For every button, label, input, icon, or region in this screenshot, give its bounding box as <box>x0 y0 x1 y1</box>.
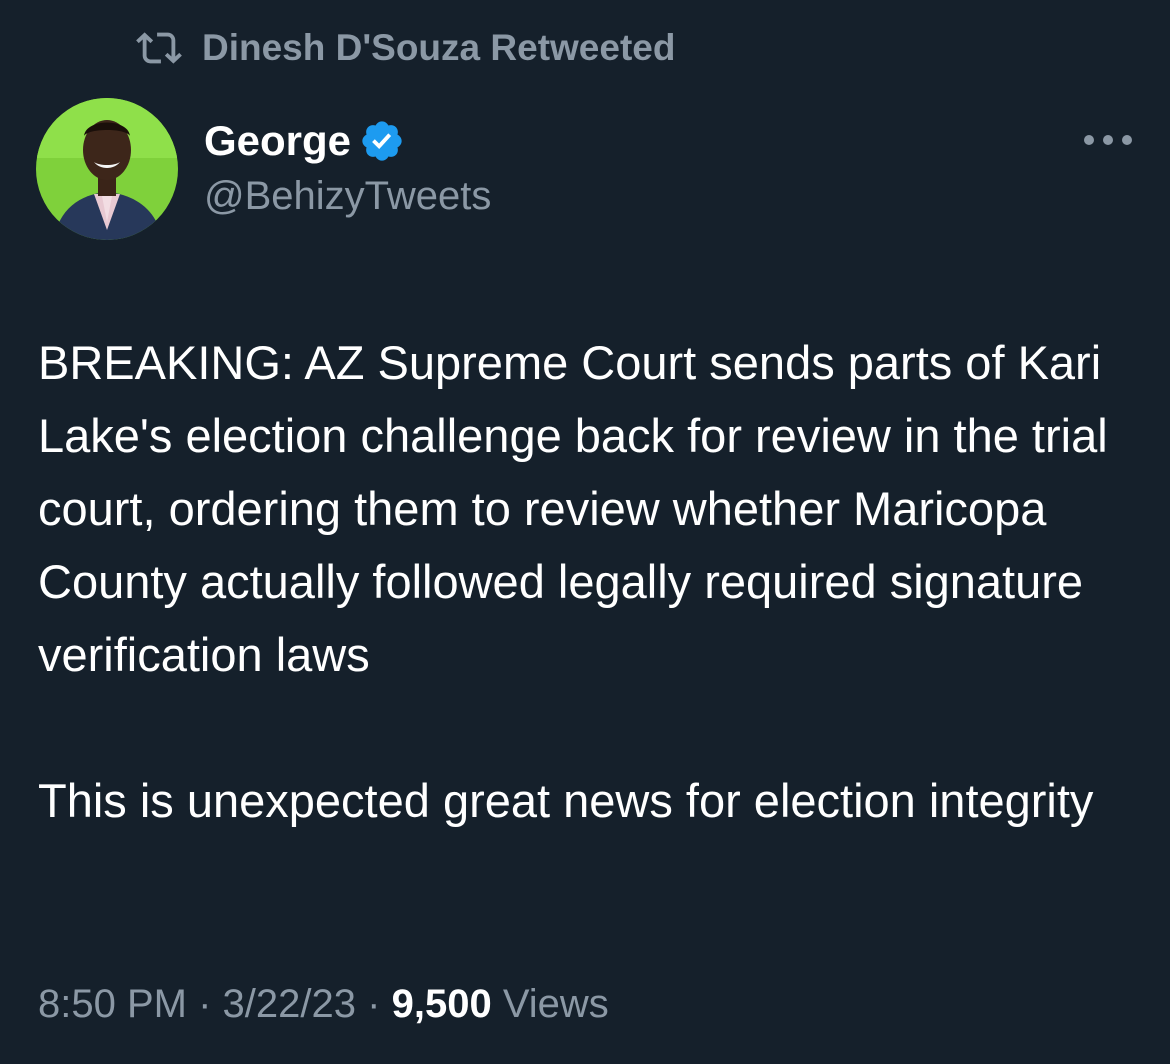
avatar[interactable] <box>36 98 178 240</box>
views-count: 9,500 <box>391 982 492 1026</box>
author-name-row[interactable]: George <box>204 114 405 168</box>
tweet-time[interactable]: 8:50 PM <box>38 982 187 1026</box>
meta-separator: · <box>367 982 381 1026</box>
tweet-card[interactable]: Dinesh D'Souza Retweeted George @BehizyT… <box>0 0 1170 1064</box>
more-options-button[interactable] <box>1080 120 1136 160</box>
tweet-paragraph: This is unexpected great news for electi… <box>38 774 1094 827</box>
views-label: Views <box>502 982 609 1026</box>
author-name[interactable]: George <box>204 117 351 165</box>
avatar-image <box>36 98 178 240</box>
tweet-text: BREAKING: AZ Supreme Court sends parts o… <box>38 326 1148 837</box>
retweet-icon <box>136 32 182 64</box>
meta-separator: · <box>198 982 212 1026</box>
tweet-paragraph: BREAKING: AZ Supreme Court sends parts o… <box>38 336 1108 681</box>
author-handle[interactable]: @BehizyTweets <box>204 174 491 219</box>
tweet-date[interactable]: 3/22/23 <box>223 982 356 1026</box>
retweet-context[interactable]: Dinesh D'Souza Retweeted <box>136 24 675 72</box>
more-options-icon <box>1084 135 1132 145</box>
tweet-metadata: 8:50 PM · 3/22/23 · 9,500 Views <box>38 982 609 1027</box>
verified-badge-icon <box>362 121 402 161</box>
retweet-context-text: Dinesh D'Souza Retweeted <box>202 27 676 68</box>
